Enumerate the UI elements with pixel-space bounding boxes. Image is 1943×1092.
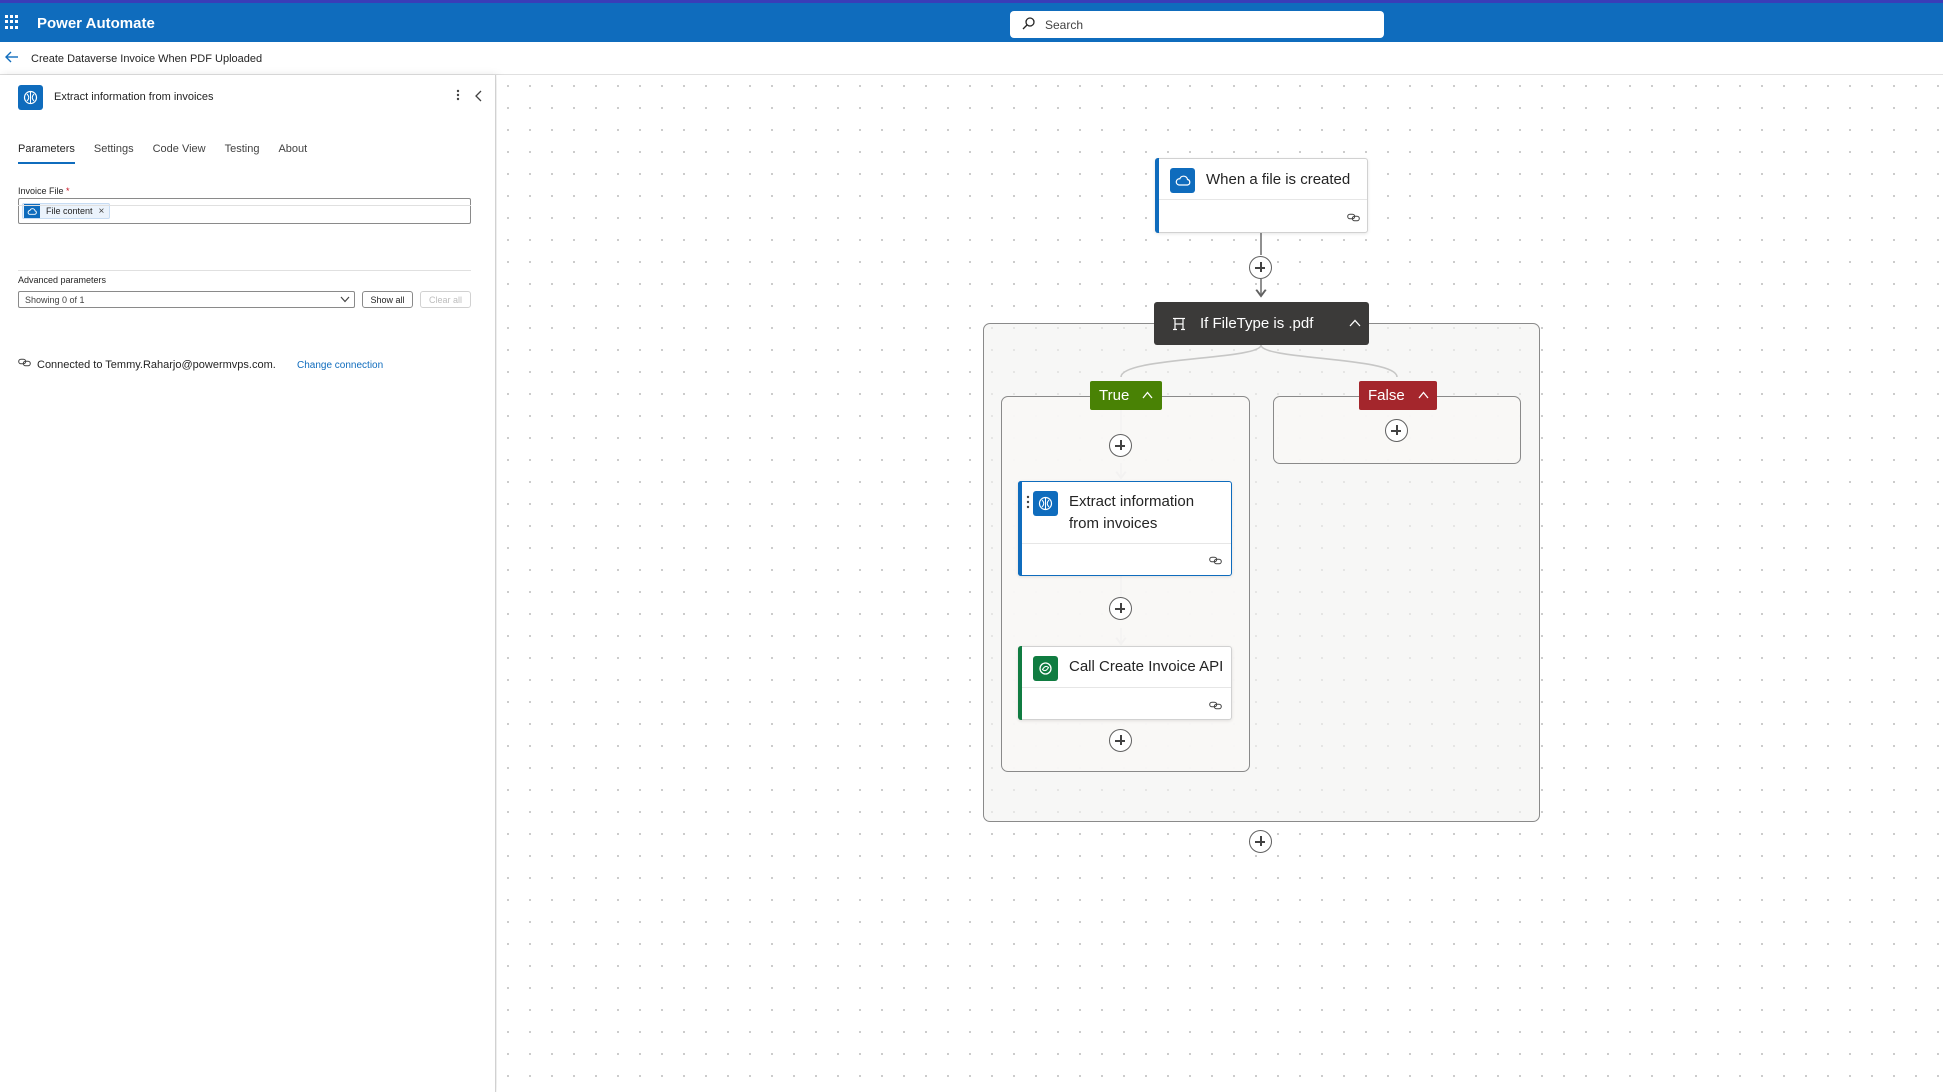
ai-builder-icon	[1033, 491, 1058, 516]
tab-code-view[interactable]: Code View	[153, 143, 206, 164]
divider	[18, 205, 471, 206]
connection-link-icon	[1347, 213, 1360, 222]
action-details-panel: Extract information from invoices Parame…	[0, 75, 496, 1092]
required-mark: *	[66, 186, 70, 196]
card-accent-bar	[1018, 646, 1022, 720]
dropdown-value: Showing 0 of 1	[25, 295, 85, 305]
change-connection-link[interactable]: Change connection	[297, 360, 383, 371]
panel-title: Extract information from invoices	[54, 91, 214, 103]
card-title: When a file is created	[1206, 171, 1351, 188]
chevron-up-icon[interactable]	[1349, 319, 1361, 327]
card-accent-bar	[1018, 481, 1022, 576]
add-step-button[interactable]	[1385, 419, 1408, 442]
false-branch-label[interactable]: False	[1359, 381, 1437, 410]
invoice-file-label: Invoice File *	[18, 186, 70, 196]
back-arrow-icon[interactable]	[5, 51, 19, 63]
card-divider	[1022, 543, 1231, 544]
clear-all-button[interactable]: Clear all	[420, 291, 471, 308]
add-step-button[interactable]	[1249, 256, 1272, 279]
card-title: Extract information from invoices	[1069, 493, 1195, 532]
true-branch-label[interactable]: True	[1090, 381, 1162, 410]
condition-title: If FileType is .pdf	[1200, 315, 1314, 332]
search-icon	[1022, 17, 1035, 30]
more-options-icon[interactable]	[456, 89, 460, 101]
search-placeholder: Search	[1045, 18, 1084, 32]
tab-settings[interactable]: Settings	[94, 143, 134, 164]
connection-link-icon	[18, 358, 31, 367]
ai-builder-icon	[18, 85, 43, 110]
breadcrumb: Create Dataverse Invoice When PDF Upload…	[0, 42, 1943, 75]
tab-about[interactable]: About	[278, 143, 307, 164]
invoice-file-input[interactable]: File content ×	[18, 198, 471, 224]
extract-invoices-card[interactable]: Extract information from invoices	[1018, 481, 1232, 576]
card-divider	[1022, 687, 1231, 688]
card-title: Call Create Invoice API	[1069, 658, 1224, 675]
add-step-button[interactable]	[1249, 830, 1272, 853]
condition-card[interactable]: If FileType is .pdf	[1154, 302, 1369, 345]
connection-link-icon	[1209, 701, 1222, 710]
tab-testing[interactable]: Testing	[225, 143, 260, 164]
add-step-button[interactable]	[1109, 729, 1132, 752]
flow-name: Create Dataverse Invoice When PDF Upload…	[31, 53, 263, 65]
token-label: File content	[46, 206, 93, 216]
advanced-parameters-label: Advanced parameters	[18, 275, 107, 285]
panel-tabs: Parameters Settings Code View Testing Ab…	[18, 143, 326, 164]
card-accent-bar	[1155, 158, 1159, 233]
condition-icon	[1173, 317, 1185, 331]
call-create-invoice-api-card[interactable]: Call Create Invoice API	[1018, 646, 1232, 720]
search-input[interactable]: Search	[1010, 11, 1384, 38]
add-step-button[interactable]	[1109, 434, 1132, 457]
remove-token-icon[interactable]: ×	[99, 206, 105, 217]
dataverse-icon	[1033, 656, 1058, 681]
drag-handle-icon[interactable]	[1026, 495, 1030, 509]
chevron-down-icon	[340, 296, 350, 303]
top-bar: Power Automate Search	[0, 0, 1943, 42]
chevron-up-icon[interactable]	[1142, 391, 1153, 399]
add-step-button[interactable]	[1109, 597, 1132, 620]
connection-link-icon	[1209, 556, 1222, 565]
connection-status: Connected to Temmy.Raharjo@powermvps.com…	[37, 359, 276, 371]
onedrive-cloud-icon	[24, 204, 40, 218]
onedrive-cloud-icon	[1170, 168, 1195, 193]
advanced-parameters-dropdown[interactable]: Showing 0 of 1	[18, 291, 355, 308]
show-all-button[interactable]: Show all	[362, 291, 413, 308]
app-launcher-icon[interactable]	[5, 15, 19, 29]
tab-parameters[interactable]: Parameters	[18, 143, 75, 164]
trigger-card[interactable]: When a file is created	[1155, 158, 1368, 233]
app-title[interactable]: Power Automate	[37, 15, 155, 32]
divider	[18, 270, 471, 271]
card-divider	[1159, 199, 1367, 200]
designer-canvas[interactable]: When a file is created If FileType is .p…	[497, 75, 1943, 1092]
collapse-panel-icon[interactable]	[475, 90, 483, 102]
chevron-up-icon[interactable]	[1418, 391, 1429, 399]
